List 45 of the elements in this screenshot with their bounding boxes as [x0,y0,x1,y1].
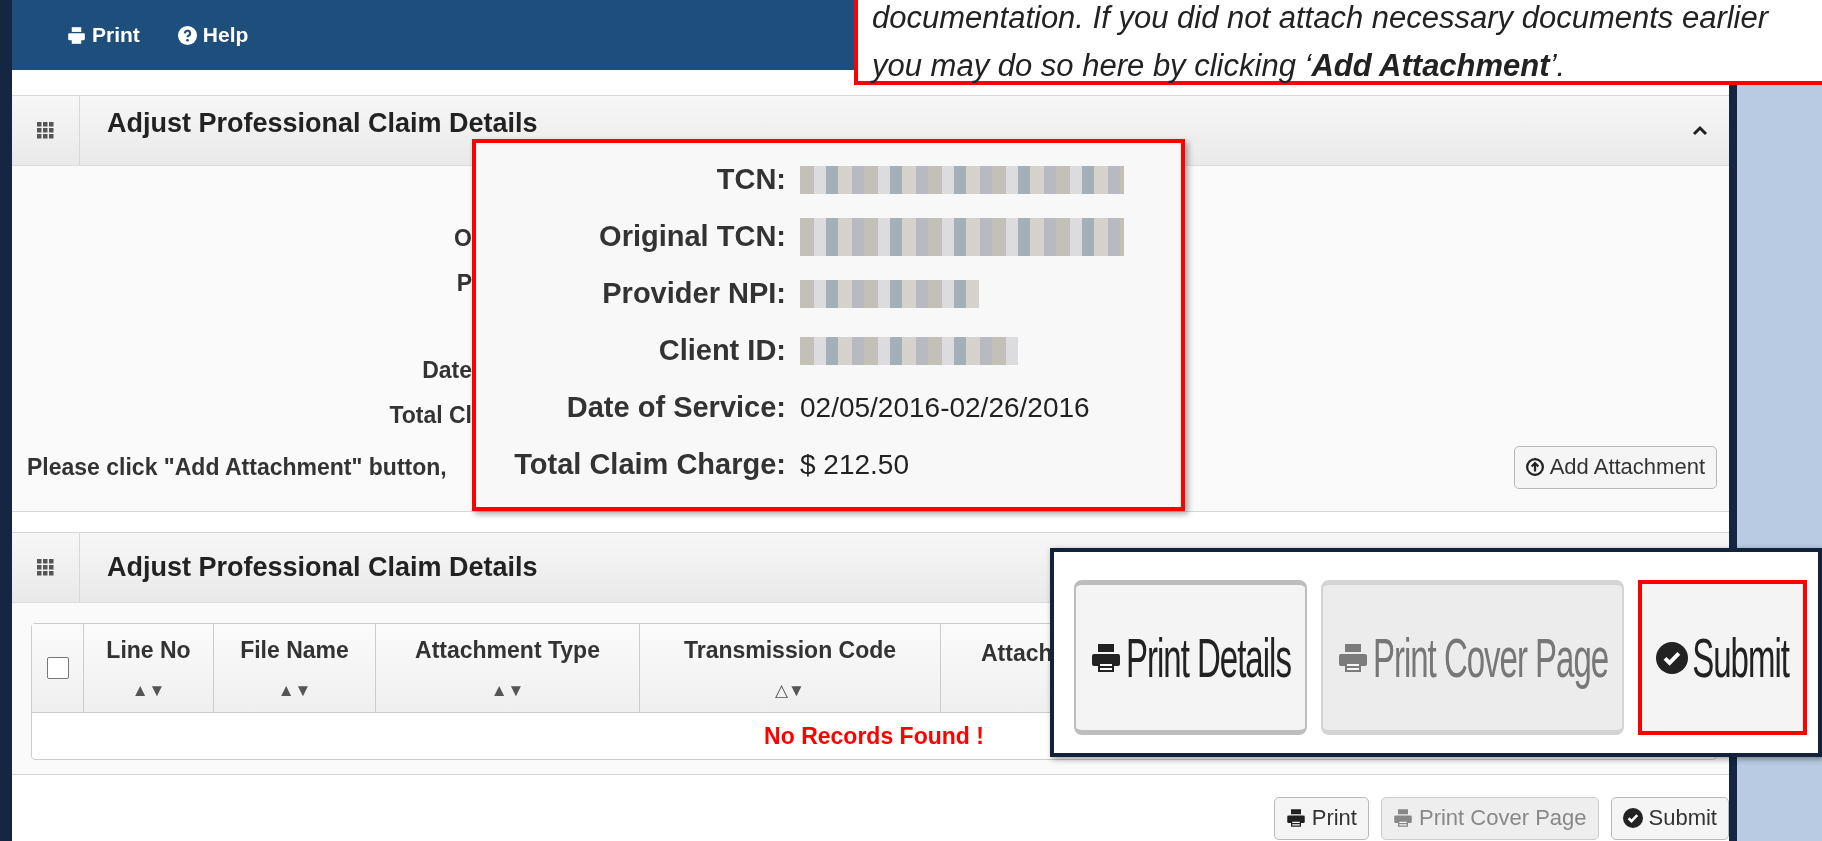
column-header[interactable]: Attachment Type [415,633,600,668]
column-header[interactable]: Transmission Code [683,633,897,668]
field-label: Total Cl [389,402,472,428]
print-button[interactable]: Print Details [1074,580,1307,735]
column-header[interactable]: Attach [981,635,1053,671]
print-button[interactable]: Print [1273,797,1369,840]
grid-icon [37,122,54,139]
instruction-text: Please click "Add Attachment" button, [27,453,447,483]
submit-button[interactable]: Submit [1638,580,1807,735]
upload-circle-icon [1525,458,1544,477]
sort-icon[interactable]: ▲▼ [490,677,525,703]
panel-title: Adjust Professional Claim Details [106,551,538,585]
submit-button[interactable]: Submit [1610,797,1729,840]
printer-icon [1090,641,1122,674]
sort-icon[interactable]: ▲▼ [277,677,312,703]
help-link[interactable]: Help [177,19,249,51]
check-circle-icon [1656,641,1689,674]
field-label: O [454,225,472,251]
printer-icon [1285,808,1306,829]
printer-icon [1336,641,1369,674]
select-all-checkbox[interactable] [46,657,69,679]
empty-message: No Records Found ! [764,721,984,751]
panel-title: Adjust Professional Claim Details [106,107,538,141]
add-attachment-button[interactable]: Add Attachment [1513,446,1717,489]
sort-icon[interactable]: ▲▼ [131,677,166,703]
column-header[interactable]: Line No [106,633,191,668]
field-value: $ 212.50 [800,447,909,482]
check-circle-icon [1622,808,1643,829]
field-value: 02/05/2016-02/26/2016 [800,390,1090,425]
field-label: Original TCN: [598,218,786,254]
field-label: Date [422,357,472,383]
print-link[interactable]: Print [67,19,140,51]
help-icon [177,25,197,45]
field-label: Total Claim Charge: [513,446,786,482]
printer-icon [1393,808,1413,829]
field-label: P [456,270,472,296]
grid-icon [37,559,54,576]
field-label: TCN: [715,161,786,197]
field-label: Client ID: [657,332,786,368]
field-label: Date of Service: [565,389,786,425]
sort-icon[interactable]: △▼ [775,677,805,703]
callout-text: documentation. If you did not attach necessary documents earlier you may do so here by clicking ‘Add Attachment’. [872,0,1770,85]
column-header[interactable]: File Name [240,633,349,668]
printer-icon [67,25,86,45]
field-label: Provider NPI: [601,275,786,311]
